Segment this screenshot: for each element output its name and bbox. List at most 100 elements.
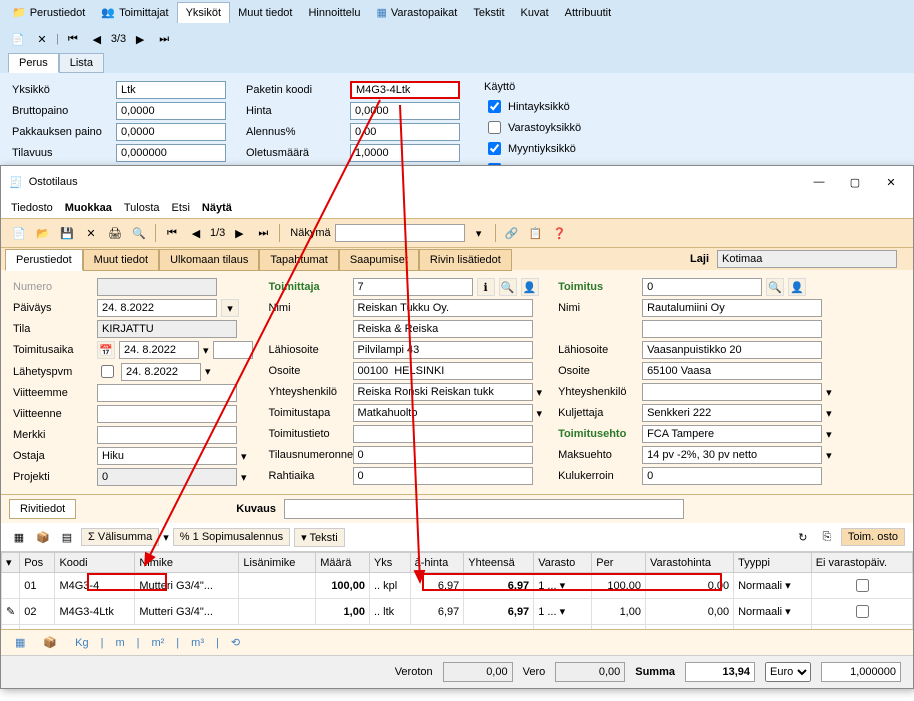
th-ei-varastopaiv[interactable]: Ei varastopäiv. <box>811 553 912 573</box>
cell-ei-varastopaiv[interactable] <box>811 573 912 599</box>
chevron-down-icon-2[interactable]: ▾ <box>205 365 211 378</box>
table-wrap[interactable]: ▾ Pos Koodi Nimike Lisänimike Määrä Yks … <box>1 552 913 629</box>
input-tilavuus[interactable] <box>116 144 226 162</box>
ft-m[interactable]: m <box>109 635 130 651</box>
te-dd-icon[interactable]: ▾ <box>826 428 832 441</box>
info-icon[interactable]: ℹ <box>477 278 495 296</box>
cell-yhteensa[interactable]: 6,97 <box>464 599 534 625</box>
ft-kg[interactable]: Kg <box>69 635 94 651</box>
cell-varasto[interactable]: 1 ... ▾ <box>534 599 592 625</box>
tb-help-icon[interactable]: ❓ <box>550 223 570 243</box>
cell-lisanimike[interactable] <box>239 599 316 625</box>
tab-kuvat[interactable]: Kuvat <box>513 3 557 23</box>
tosoite-input[interactable] <box>642 362 822 380</box>
new-icon[interactable]: 📄 <box>8 29 28 49</box>
maximize-button[interactable]: ▢ <box>841 172 869 192</box>
input-yksikko[interactable] <box>116 81 226 99</box>
ostaja-dd-icon[interactable]: ▾ <box>241 450 247 463</box>
cell-maara[interactable]: 1,00 <box>316 599 370 625</box>
rt-dd1[interactable]: ▾ <box>163 531 169 544</box>
tb-first-icon[interactable]: ⏮ <box>162 223 182 243</box>
tnimi-input[interactable] <box>642 299 822 317</box>
table-row[interactable]: ✎ 02 M4G3-4Ltk Mutteri G3/4"... 1,00 .. … <box>2 599 913 625</box>
th-varastohinta[interactable]: Varastohinta <box>645 553 733 573</box>
next-icon[interactable]: ▶ <box>130 29 150 49</box>
cell-yks[interactable]: .. kpl <box>369 573 410 599</box>
row-marker[interactable] <box>2 573 20 599</box>
cell-lisanimike[interactable] <box>239 573 316 599</box>
cell-varastohinta[interactable]: 0,00 <box>645 599 733 625</box>
row-marker[interactable]: ✎ <box>2 599 20 625</box>
tab-hinnoittelu[interactable]: Hinnoittelu <box>300 3 368 23</box>
ft-icon1[interactable]: ▦ <box>9 634 31 651</box>
tb-save-icon[interactable]: 💾 <box>57 223 77 243</box>
kuljettaja-input[interactable] <box>642 404 822 422</box>
cell-varasto[interactable]: 1 ... ▾ <box>534 573 592 599</box>
nimi2-input[interactable] <box>353 320 533 338</box>
th-tyyppi[interactable]: Tyyppi <box>734 553 812 573</box>
tab-perustiedot[interactable]: 📁Perustiedot <box>4 2 93 23</box>
viitteemme-input[interactable] <box>97 384 237 402</box>
rt-icon4[interactable]: ↻ <box>793 527 813 547</box>
ft-m3[interactable]: m³ <box>185 635 210 651</box>
cell-koodi[interactable]: M4G3-4 <box>55 573 135 599</box>
input-pakkauksen-paino[interactable] <box>116 123 226 141</box>
tab-attribuutit[interactable]: Attribuutit <box>557 3 619 23</box>
th-koodi[interactable]: Koodi <box>55 553 135 573</box>
lahetyspvm-chk[interactable] <box>101 365 114 378</box>
menu-muokkaa[interactable]: Muokkaa <box>65 202 112 214</box>
laji-select[interactable] <box>717 250 897 268</box>
kulukerroin-input[interactable] <box>642 467 822 485</box>
cell-ahinta[interactable]: 6,97 <box>410 573 464 599</box>
first-icon[interactable]: ⏮ <box>63 29 83 49</box>
tab-varastopaikat[interactable]: ▦Varastopaikat <box>368 2 465 23</box>
rahtiaika-input[interactable] <box>353 467 533 485</box>
mtab-muut-tiedot[interactable]: Muut tiedot <box>83 249 159 271</box>
close-button[interactable]: ✕ <box>877 172 905 192</box>
input-hinta[interactable] <box>350 102 460 120</box>
paivays-input[interactable] <box>97 299 217 317</box>
lahiosoite-input[interactable] <box>353 341 533 359</box>
osoite-input[interactable] <box>353 362 533 380</box>
rt-icon1[interactable]: ▦ <box>9 527 29 547</box>
tab-yksikot[interactable]: Yksiköt <box>177 2 230 23</box>
merkki-input[interactable] <box>97 426 237 444</box>
cell-nimike[interactable]: Mutteri G3/4"... <box>135 599 239 625</box>
subtab-lista[interactable]: Lista <box>59 53 104 73</box>
cell-yhteensa[interactable]: 6,97 <box>464 573 534 599</box>
ft-icon2[interactable]: 📦 <box>37 634 63 651</box>
tb-link-icon[interactable]: 🔗 <box>502 223 522 243</box>
ft-m2[interactable]: m² <box>145 635 170 651</box>
chevron-down-icon[interactable]: ▾ <box>203 344 209 357</box>
teksti-btn[interactable]: ▾ Teksti <box>294 528 345 547</box>
table-row-empty[interactable]: *▾▾ <box>2 625 913 630</box>
cell-pos[interactable]: 02 <box>20 599 55 625</box>
toim-osto-btn[interactable]: Toim. osto <box>841 528 905 546</box>
cell-tyyppi[interactable]: Normaali ▾ <box>734 573 812 599</box>
last-icon[interactable]: ⏭ <box>154 29 174 49</box>
table-row[interactable]: 01 M4G3-4 Mutteri G3/4"... 100,00 .. kpl… <box>2 573 913 599</box>
menu-tiedosto[interactable]: Tiedosto <box>11 202 53 214</box>
tb-next-icon[interactable]: ▶ <box>229 223 249 243</box>
input-oletusmaara[interactable] <box>350 144 460 162</box>
tyh-dd-icon[interactable]: ▾ <box>826 386 832 399</box>
tb-prev-icon[interactable]: ◀ <box>186 223 206 243</box>
ft-extra[interactable]: ⟲ <box>225 634 246 651</box>
rivitiedot-tab[interactable]: Rivitiedot <box>9 499 76 519</box>
tb-search-icon[interactable]: 🔍 <box>129 223 149 243</box>
th-per[interactable]: Per <box>592 553 646 573</box>
th-ahinta[interactable]: à-hinta <box>410 553 464 573</box>
toimitustieto-input[interactable] <box>353 425 533 443</box>
th-yhteensa[interactable]: Yhteensä <box>464 553 534 573</box>
tb-print-icon[interactable]: 🖨 <box>105 223 125 243</box>
th-nimike[interactable]: Nimike <box>135 553 239 573</box>
search-icon[interactable]: 🔍 <box>499 278 517 296</box>
menu-nayta[interactable]: Näytä <box>202 202 232 214</box>
kj-dd-icon[interactable]: ▾ <box>826 407 832 420</box>
th-marker[interactable]: ▾ <box>2 553 20 573</box>
cell-per[interactable]: 1,00 <box>592 599 646 625</box>
input-paketin-koodi[interactable] <box>350 81 460 99</box>
cell-tyyppi[interactable]: Normaali ▾ <box>734 599 812 625</box>
tyhteyshenkilo-input[interactable] <box>642 383 822 401</box>
cell-yks[interactable]: .. ltk <box>369 599 410 625</box>
